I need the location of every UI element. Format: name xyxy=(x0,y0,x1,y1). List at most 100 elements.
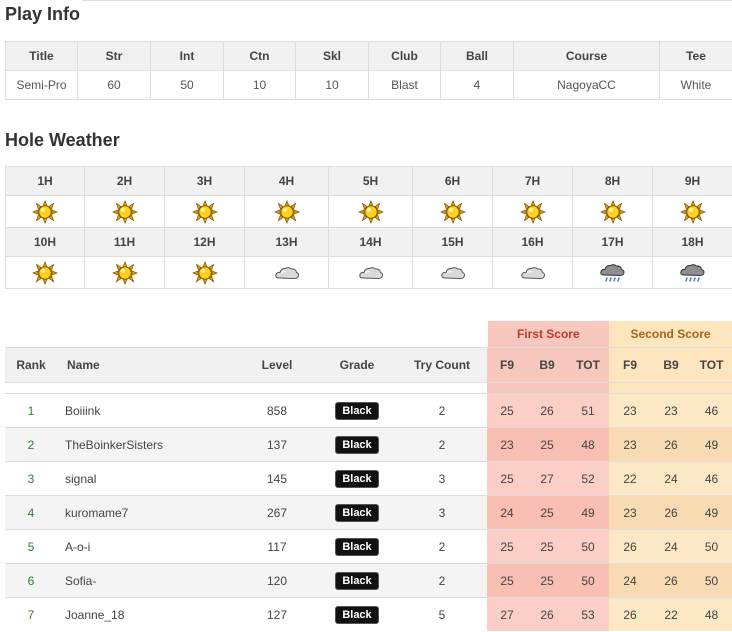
sun-icon xyxy=(599,199,626,224)
table-row: 4 kuromame7 267 Black 3 24 25 49 23 26 49 xyxy=(5,495,732,530)
title-header: Title xyxy=(5,41,78,71)
first-b9-cell: 25 xyxy=(527,563,568,598)
hole-weather-heading: Hole Weather xyxy=(5,130,120,150)
second-b9-cell: 24 xyxy=(651,461,692,496)
hole-weather-table: 1H 2H 3H 4H 5H 6H 7H 8H 9H 10H 11H 12H 1… xyxy=(5,166,732,289)
rank-cell: 2 xyxy=(5,427,57,462)
first-b9-cell: 25 xyxy=(527,495,568,530)
grade-badge: Black xyxy=(335,503,379,522)
play-info-heading: Play Info xyxy=(5,4,81,24)
hole-label: 9H xyxy=(652,166,732,196)
second-f9-cell: 23 xyxy=(609,427,652,462)
skl-value: 10 xyxy=(295,70,369,100)
weather-cell xyxy=(412,256,493,289)
second-tot-cell: 49 xyxy=(691,427,732,462)
first-tot-cell: 52 xyxy=(567,461,610,496)
sun-icon xyxy=(357,199,384,224)
hole-label: 17H xyxy=(572,227,653,257)
second-score-group-header: Second Score xyxy=(609,321,732,348)
second-f9-cell: 22 xyxy=(609,461,652,496)
weather-cell xyxy=(328,256,413,289)
hole-label: 14H xyxy=(328,227,413,257)
hole-label: 12H xyxy=(164,227,245,257)
weather-cell xyxy=(652,195,732,228)
first-b9-cell: 25 xyxy=(527,427,568,462)
sun-icon xyxy=(111,260,138,285)
name-column-header[interactable]: Name xyxy=(57,347,237,383)
hole-label: 11H xyxy=(84,227,165,257)
table-row: 6 Sofia- 120 Black 2 25 25 50 24 26 50 xyxy=(5,563,732,598)
weather-cell xyxy=(412,195,493,228)
hole-label: 8H xyxy=(572,166,653,196)
try-count-column-header[interactable]: Try Count xyxy=(397,347,488,383)
sun-icon xyxy=(439,199,466,224)
level-cell: 858 xyxy=(237,393,317,428)
weather-cell xyxy=(492,256,573,289)
grade-column-header[interactable]: Grade xyxy=(317,347,397,383)
level-column-header[interactable]: Level xyxy=(237,347,317,383)
group-header-blank xyxy=(5,321,488,348)
grade-badge: Black xyxy=(335,571,379,590)
cloud-icon xyxy=(520,264,546,281)
first-tot-column-header[interactable]: TOT xyxy=(567,347,610,383)
level-cell: 137 xyxy=(237,427,317,462)
grade-badge: Black xyxy=(335,469,379,488)
sun-icon xyxy=(191,199,218,224)
rank-cell: 5 xyxy=(5,529,57,564)
weather-cell xyxy=(5,256,85,289)
str-value: 60 xyxy=(77,70,151,100)
sun-icon xyxy=(32,199,58,224)
course-value: NagoyaCC xyxy=(513,70,660,100)
second-tot-column-header[interactable]: TOT xyxy=(691,347,732,383)
first-f9-cell: 25 xyxy=(487,461,528,496)
hole-label: 18H xyxy=(652,227,732,257)
first-tot-cell: 50 xyxy=(567,529,610,564)
level-cell: 117 xyxy=(237,529,317,564)
top-divider xyxy=(82,0,732,1)
second-b9-cell: 23 xyxy=(651,393,692,428)
player-name-cell[interactable]: kuromame7 xyxy=(57,495,237,530)
first-b9-column-header[interactable]: B9 xyxy=(527,347,568,383)
player-name-cell[interactable]: TheBoinkerSisters xyxy=(57,427,237,462)
second-tot-cell: 46 xyxy=(691,461,732,496)
club-header: Club xyxy=(368,41,441,71)
second-b9-column-header[interactable]: B9 xyxy=(651,347,692,383)
second-f9-cell: 23 xyxy=(609,393,652,428)
table-row: 3 signal 145 Black 3 25 27 52 22 24 46 xyxy=(5,461,732,496)
second-b9-cell: 22 xyxy=(651,597,692,631)
first-b9-cell: 26 xyxy=(527,597,568,631)
level-cell: 267 xyxy=(237,495,317,530)
rank-column-header[interactable]: Rank xyxy=(5,347,57,383)
skl-header: Skl xyxy=(295,41,369,71)
tee-header: Tee xyxy=(659,41,732,71)
rank-cell: 3 xyxy=(5,461,57,496)
sun-icon xyxy=(679,199,706,224)
grade-cell: Black xyxy=(317,427,397,462)
first-score-group-header: First Score xyxy=(486,321,610,348)
sun-icon xyxy=(273,199,300,224)
second-f9-cell: 26 xyxy=(609,597,652,631)
grade-cell: Black xyxy=(317,563,397,598)
hole-label: 10H xyxy=(5,227,85,257)
weather-cell xyxy=(244,256,329,289)
player-name-cell[interactable]: Boiiink xyxy=(57,393,237,428)
second-tot-cell: 46 xyxy=(691,393,732,428)
sun-icon xyxy=(519,199,546,224)
second-tot-cell: 50 xyxy=(691,529,732,564)
player-name-cell[interactable]: Joanne_18 xyxy=(57,597,237,631)
player-name-cell[interactable]: A-o-i xyxy=(57,529,237,564)
ball-header: Ball xyxy=(440,41,514,71)
hole-label: 4H xyxy=(244,166,329,196)
rank-cell: 4 xyxy=(5,495,57,530)
hole-label: 15H xyxy=(412,227,493,257)
table-row: 1 Boiiink 858 Black 2 25 26 51 23 23 46 xyxy=(5,393,732,428)
cloud-icon xyxy=(274,264,300,281)
ctn-value: 10 xyxy=(223,70,296,100)
course-header: Course xyxy=(513,41,660,71)
second-f9-column-header[interactable]: F9 xyxy=(609,347,652,383)
first-f9-column-header[interactable]: F9 xyxy=(487,347,528,383)
hole-label: 7H xyxy=(492,166,573,196)
rank-cell: 6 xyxy=(5,563,57,598)
player-name-cell[interactable]: signal xyxy=(57,461,237,496)
player-name-cell[interactable]: Sofia- xyxy=(57,563,237,598)
